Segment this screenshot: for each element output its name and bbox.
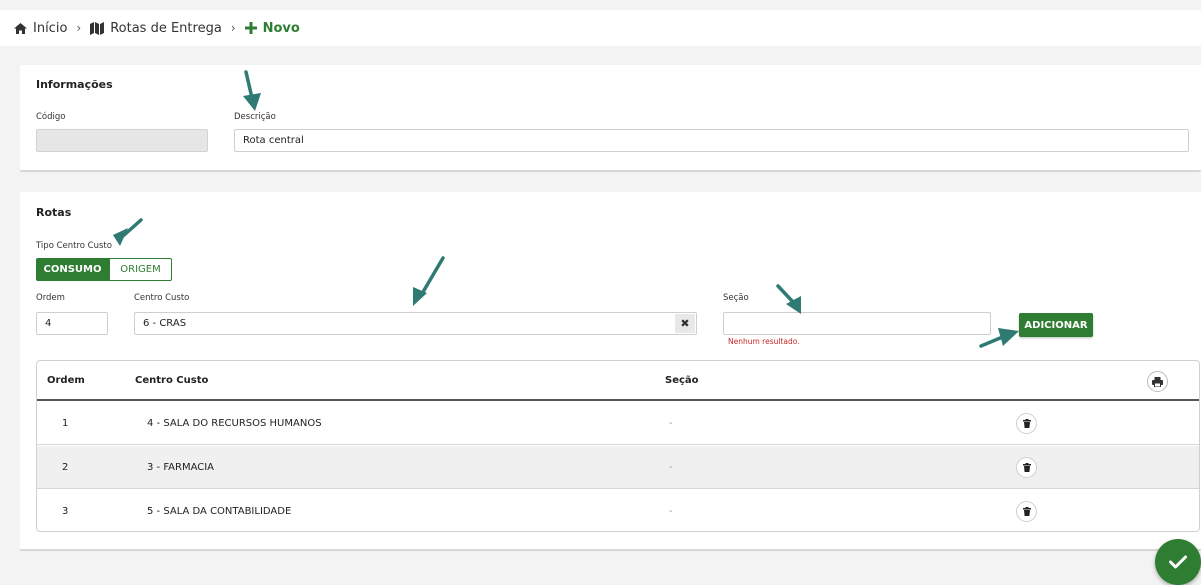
check-icon (1169, 555, 1187, 569)
section-field[interactable] (723, 312, 991, 335)
info-title: Informações (36, 78, 113, 91)
header-order: Ordem (47, 375, 85, 386)
cost-center-value: 6 - CRAS (143, 318, 187, 329)
header-section: Seção (665, 375, 699, 386)
map-icon (90, 21, 105, 35)
trash-icon[interactable] (1016, 501, 1037, 522)
trash-icon[interactable] (1016, 457, 1037, 478)
code-field (36, 129, 208, 152)
table-row: 2 3 - FARMACIA - (37, 446, 1199, 489)
breadcrumb-home-label: Início (33, 20, 68, 36)
chevron-right-icon: › (76, 21, 82, 35)
section-label: Seção (723, 293, 749, 303)
breadcrumb: Início › Rotas de Entrega › Novo (0, 10, 1201, 46)
type-origem-button[interactable]: ORIGEM (109, 258, 172, 281)
order-field[interactable]: 4 (36, 312, 108, 335)
confirm-button[interactable] (1155, 539, 1201, 585)
row-order: 2 (62, 462, 69, 473)
print-icon[interactable] (1147, 371, 1168, 392)
rotas-title: Rotas (36, 206, 72, 219)
home-icon (14, 22, 27, 34)
table-header: Ordem Centro Custo Seção (37, 361, 1199, 401)
order-label: Ordem (36, 293, 65, 303)
row-section: - (669, 418, 673, 429)
type-toggle: CONSUMO ORIGEM (36, 258, 172, 281)
breadcrumb-routes-label: Rotas de Entrega (110, 20, 222, 36)
chevron-right-icon: › (230, 21, 236, 35)
row-cost-center: 4 - SALA DO RECURSOS HUMANOS (147, 418, 322, 429)
type-consumo-button[interactable]: CONSUMO (36, 258, 109, 281)
routes-table: Ordem Centro Custo Seção 1 4 - SALA DO R… (36, 360, 1200, 532)
table-row: 1 4 - SALA DO RECURSOS HUMANOS - (37, 402, 1199, 445)
trash-icon[interactable] (1016, 413, 1037, 434)
description-label: Descrição (234, 112, 276, 122)
row-order: 3 (62, 506, 69, 517)
description-field[interactable]: Rota central (234, 129, 1189, 152)
breadcrumb-home[interactable]: Início (14, 21, 67, 36)
row-section: - (669, 506, 673, 517)
rotas-card: Rotas Tipo Centro Custo CONSUMO ORIGEM O… (20, 192, 1201, 551)
row-cost-center: 5 - SALA DA CONTABILIDADE (147, 506, 292, 517)
breadcrumb-new-label: Novo (262, 20, 300, 36)
cost-center-select[interactable]: 6 - CRAS ✖ (134, 312, 697, 335)
row-cost-center: 3 - FARMACIA (147, 462, 215, 473)
table-row: 3 5 - SALA DA CONTABILIDADE - (37, 490, 1199, 531)
section-error: Nenhum resultado. (728, 337, 800, 346)
row-section: - (669, 462, 673, 473)
header-cost-center: Centro Custo (135, 375, 209, 386)
add-button[interactable]: ADICIONAR (1019, 313, 1093, 337)
clear-x-icon[interactable]: ✖ (675, 314, 695, 333)
code-label: Código (36, 112, 66, 122)
row-order: 1 (62, 418, 69, 429)
breadcrumb-new: Novo (244, 20, 300, 36)
cost-center-label: Centro Custo (134, 293, 190, 303)
breadcrumb-routes[interactable]: Rotas de Entrega (90, 21, 222, 36)
type-label: Tipo Centro Custo (36, 241, 112, 251)
plus-icon (244, 22, 257, 34)
info-card: Informações Código Descrição Rota centra… (20, 65, 1201, 172)
